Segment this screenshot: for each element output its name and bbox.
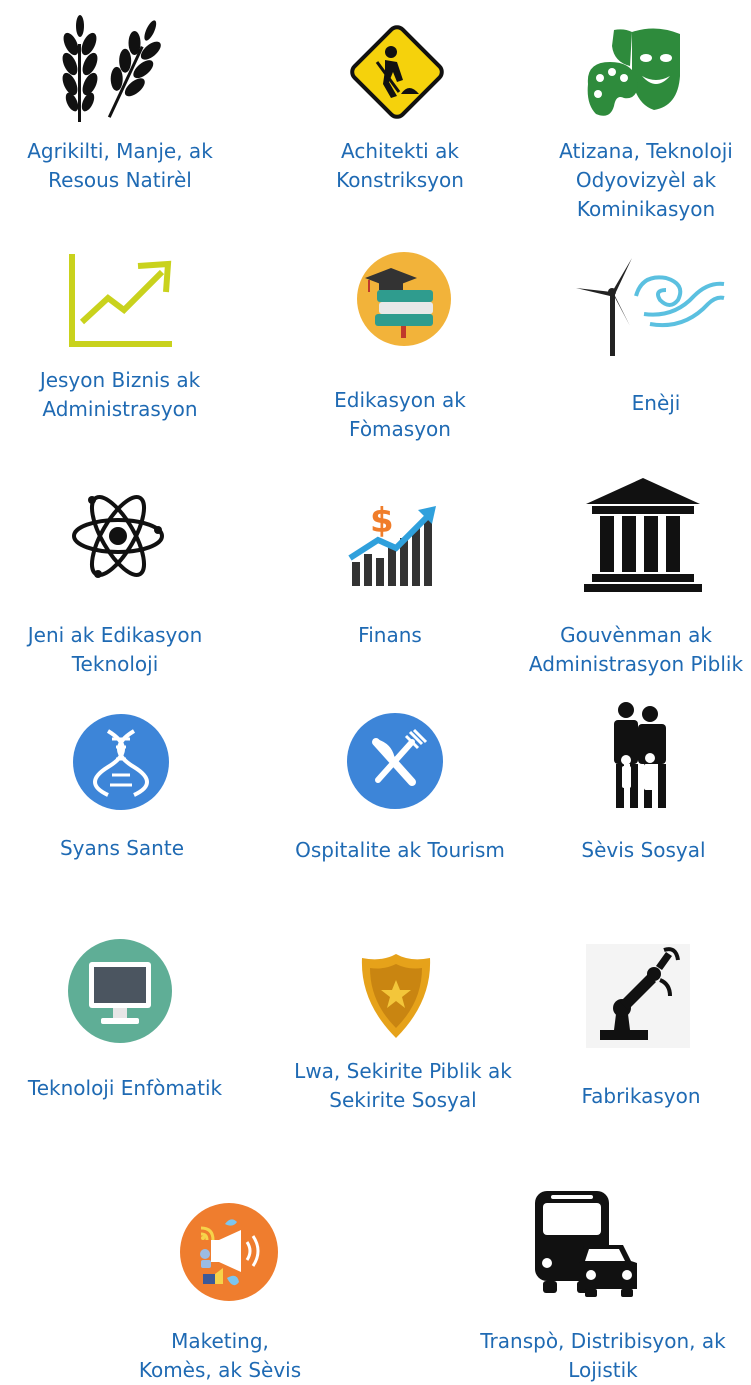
tile-label: Jeni ak Edikasyon Teknoloji xyxy=(0,621,230,679)
tile-label: Enèji xyxy=(561,389,751,418)
label-line: Komès, ak Sèvis xyxy=(138,1358,302,1382)
label-line: Administrasyon xyxy=(42,397,198,421)
label-line: Finans xyxy=(358,623,422,647)
family-icon xyxy=(606,702,672,810)
label-line: Enèji xyxy=(631,391,681,415)
label-line: Achitekti ak xyxy=(341,139,459,163)
label-line: Maketing, xyxy=(171,1329,269,1353)
knife-fork-icon xyxy=(346,712,444,810)
government-building-icon xyxy=(584,478,702,592)
construction-sign-icon xyxy=(347,22,447,122)
megaphone-social-icon xyxy=(179,1202,279,1302)
label-line: Jesyon Biznis ak xyxy=(39,368,201,392)
tile-label: Ospitalite ak Tourism xyxy=(275,836,525,865)
label-line: Resous Natirèl xyxy=(48,168,192,192)
tile-label: Syans Sante xyxy=(22,834,222,863)
label-line: Agrikilti, Manje, ak xyxy=(27,139,213,163)
tile-label: Atizana, Teknoloji Odyovizyèl ak Kominik… xyxy=(541,137,751,224)
label-line: Edikasyon ak xyxy=(334,388,466,412)
tile-label: Lwa, Sekirite Piblik ak Sekirite Sosyal xyxy=(268,1057,538,1115)
wheat-icon xyxy=(52,14,164,124)
label-line: Odyovizyèl ak xyxy=(575,168,717,192)
label-line: Fòmasyon xyxy=(349,417,451,441)
dna-icon xyxy=(72,713,170,811)
tile-label: Gouvènman ak Administrasyon Piblik xyxy=(521,621,751,679)
label-line: Lwa, Sekirite Piblik ak xyxy=(294,1059,512,1083)
label-line: Kominikasyon xyxy=(576,197,716,221)
label-line: Teknoloji xyxy=(71,652,159,676)
label-line: Konstriksyon xyxy=(336,168,464,192)
police-badge-icon xyxy=(358,952,434,1040)
label-line: Administrasyon Piblik xyxy=(528,652,744,676)
label-line: Sekirite Sosyal xyxy=(329,1088,477,1112)
wind-turbine-wave-icon xyxy=(574,256,726,358)
label-line: Lojistik xyxy=(568,1358,638,1382)
tile-label: Fabrikasyon xyxy=(556,1082,726,1111)
label-line: Gouvènman ak xyxy=(560,623,712,647)
label-line: Syans Sante xyxy=(59,836,184,860)
svg-text:$: $ xyxy=(370,501,394,541)
trend-chart-icon xyxy=(68,252,174,348)
tile-label: Transpò, Distribisyon, ak Lojistik xyxy=(458,1327,748,1385)
tile-label: Achitekti ak Konstriksyon xyxy=(280,137,520,195)
tile-label: Finans xyxy=(300,621,480,650)
label-line: Transpò, Distribisyon, ak xyxy=(480,1329,726,1353)
tile-label: Teknoloji Enfòmatik xyxy=(10,1074,240,1103)
robotic-arm-icon xyxy=(586,944,690,1048)
label-line: Sèvis Sosyal xyxy=(581,838,706,862)
bus-car-icon xyxy=(533,1189,641,1299)
tile-label: Edikasyon ak Fòmasyon xyxy=(280,386,520,444)
computer-monitor-icon xyxy=(67,938,173,1044)
label-line: Teknoloji Enfòmatik xyxy=(27,1076,223,1100)
graduation-books-icon xyxy=(355,250,453,348)
label-line: Atizana, Teknoloji xyxy=(559,139,733,163)
label-line: Jeni ak Edikasyon xyxy=(27,623,203,647)
theater-masks-palette-icon xyxy=(584,26,684,122)
label-line: Ospitalite ak Tourism xyxy=(295,838,505,862)
dollar-growth-chart-icon: $ xyxy=(348,498,440,590)
tile-label: Agrikilti, Manje, ak Resous Natirèl xyxy=(0,137,240,195)
tile-label: Sèvis Sosyal xyxy=(556,836,731,865)
atom-icon xyxy=(68,486,168,586)
label-line: Fabrikasyon xyxy=(581,1084,701,1108)
tile-label: Jesyon Biznis ak Administrasyon xyxy=(0,366,240,424)
tile-label: Maketing, Komès, ak Sèvis xyxy=(110,1327,330,1385)
